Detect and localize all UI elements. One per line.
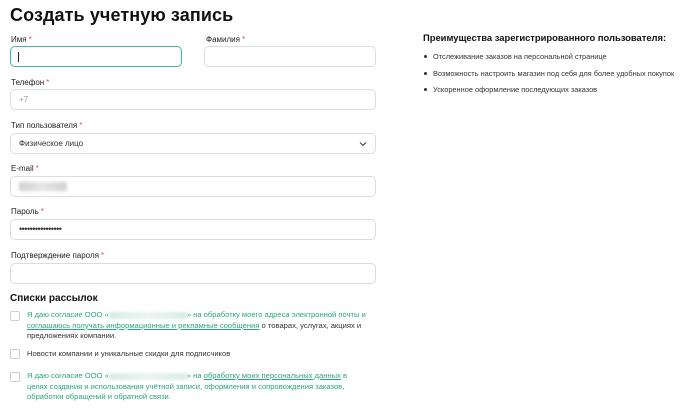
- confirm-password-label: Подтверждение пароля *: [11, 251, 104, 260]
- required-mark: *: [40, 207, 44, 216]
- last-name-label: Фамилия *: [206, 35, 245, 44]
- consent-personal-part1: Я даю согласие ООО «: [27, 371, 109, 380]
- password-label: Пароль *: [11, 207, 44, 216]
- benefits-list: Отслеживание заказов на персональной стр…: [423, 52, 674, 102]
- consent-marketing-part1: Я даю согласие ООО «: [27, 310, 109, 319]
- phone-input[interactable]: +7: [10, 89, 376, 110]
- consent-personal-part2: » на: [186, 371, 204, 380]
- first-name-label-text: Имя: [11, 35, 27, 44]
- email-input[interactable]: [10, 176, 376, 197]
- benefits-title: Преимущества зарегистрированного пользов…: [423, 32, 667, 43]
- phone-label: Телефон *: [11, 78, 49, 87]
- confirm-password-input[interactable]: [10, 263, 376, 284]
- last-name-input[interactable]: [204, 46, 376, 67]
- consent-personal-data-text: Я даю согласие ООО « » на обработку моих …: [27, 371, 367, 403]
- personal-data-link[interactable]: обработку моих персональных данных: [204, 371, 341, 380]
- mailing-section-title: Списки рассылок: [10, 293, 98, 304]
- phone-label-text: Телефон: [11, 78, 45, 87]
- company-name-redacted: [108, 372, 187, 380]
- first-name-label: Имя *: [11, 35, 32, 44]
- consent-personal-data-checkbox[interactable]: [10, 372, 20, 382]
- email-label: E-mail *: [11, 164, 39, 173]
- user-type-value: Физическое лицо: [19, 139, 84, 148]
- email-label-text: E-mail: [11, 164, 34, 173]
- password-mask: ••••••••••••••••: [19, 224, 62, 234]
- password-label-text: Пароль: [11, 207, 39, 216]
- news-subscription-checkbox[interactable]: [10, 349, 20, 359]
- required-mark: *: [241, 35, 246, 44]
- phone-placeholder: +7: [19, 95, 29, 104]
- required-mark: *: [28, 35, 32, 44]
- user-type-label-text: Тип пользователя: [11, 121, 78, 130]
- benefit-item: Отслеживание заказов на персональной стр…: [423, 52, 674, 69]
- required-mark: *: [35, 164, 39, 173]
- required-mark: *: [79, 121, 83, 130]
- benefit-item: Ускоренное оформление последующих заказо…: [423, 85, 674, 102]
- news-subscription-text: Новости компании и уникальные скидки для…: [27, 349, 231, 358]
- chevron-down-icon: [359, 142, 367, 147]
- required-mark: *: [46, 78, 50, 87]
- email-redacted-value: [19, 182, 67, 191]
- consent-marketing-part2: » на обработку моего адреса электронной …: [186, 310, 366, 319]
- consent-marketing-checkbox[interactable]: [10, 311, 20, 321]
- benefit-item: Возможность настроить магазин под себя д…: [423, 69, 674, 86]
- page-title: Создать учетную запись: [10, 5, 234, 25]
- required-mark: *: [100, 251, 105, 260]
- consent-marketing-link[interactable]: соглашаюсь получать информационные и рек…: [27, 321, 259, 330]
- consent-marketing-text: Я даю согласие ООО « » на обработку моего…: [27, 310, 367, 342]
- user-type-label: Тип пользователя *: [11, 121, 82, 130]
- first-name-input[interactable]: [10, 46, 182, 67]
- password-input[interactable]: ••••••••••••••••: [10, 219, 376, 240]
- confirm-password-label-text: Подтверждение пароля: [11, 251, 99, 260]
- user-type-select[interactable]: Физическое лицо: [10, 133, 376, 154]
- company-name-redacted: [108, 311, 187, 319]
- last-name-label-text: Фамилия: [206, 35, 240, 44]
- text-caret: [18, 51, 19, 62]
